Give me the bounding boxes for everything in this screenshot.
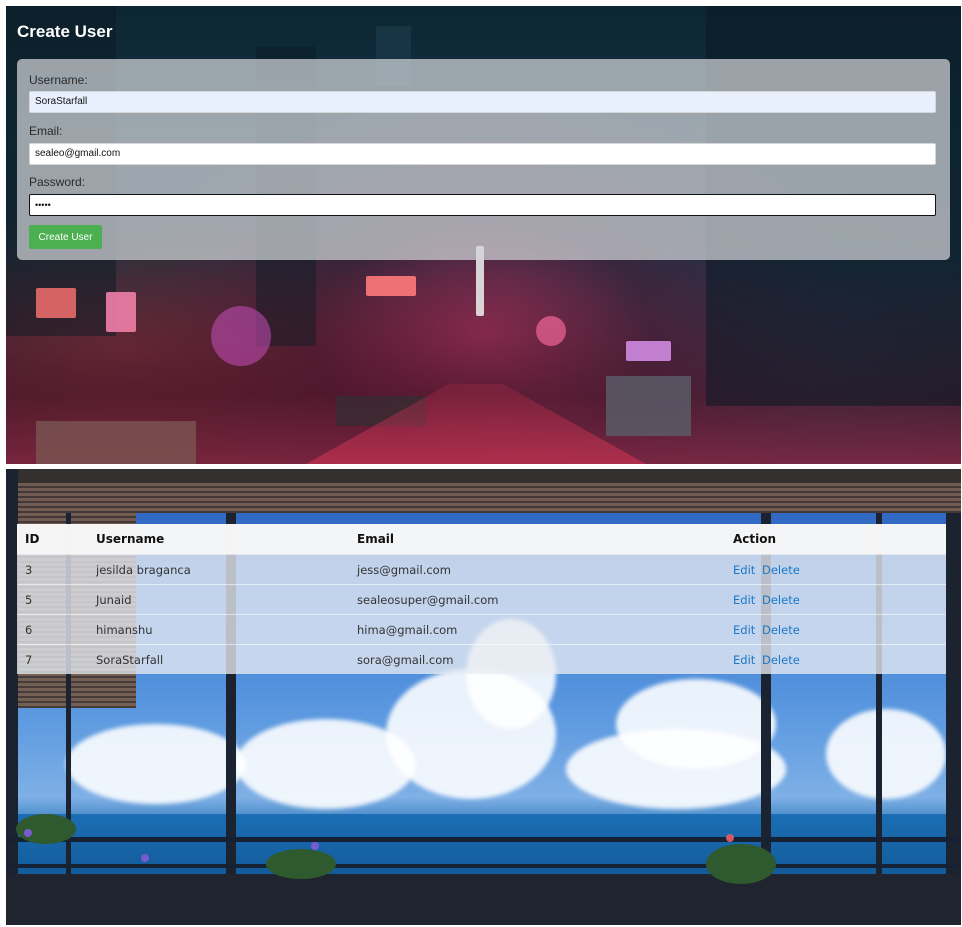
neon-sign	[106, 292, 136, 332]
window-blind	[6, 483, 961, 513]
cell-email: jess@gmail.com	[357, 563, 451, 577]
window-frame	[6, 469, 961, 483]
flower	[141, 854, 149, 862]
create-user-button[interactable]: Create User	[29, 225, 102, 249]
cloud	[236, 719, 416, 809]
edit-link[interactable]: Edit	[733, 563, 755, 577]
users-list-section: ID Username Email Action 3 jesilda braga…	[6, 469, 961, 925]
row-divider	[17, 554, 946, 555]
column-header-username: Username	[96, 532, 165, 546]
car	[606, 376, 691, 436]
row-divider	[17, 584, 946, 585]
neon-sign	[36, 288, 76, 318]
table-header: ID Username Email Action	[17, 524, 946, 554]
cell-id: 3	[25, 563, 33, 577]
column-header-id: ID	[25, 532, 40, 546]
cell-username: jesilda braganca	[96, 563, 191, 577]
delete-link[interactable]: Delete	[762, 563, 800, 577]
create-user-form: Username: SoraStarfall Email: sealeo@gma…	[17, 59, 950, 260]
create-user-section: Create User Username: SoraStarfall Email…	[6, 6, 961, 464]
window-sill	[6, 874, 961, 925]
column-header-action: Action	[733, 532, 777, 546]
cell-email: sealeosuper@gmail.com	[357, 593, 499, 607]
cell-username: himanshu	[96, 623, 153, 637]
plant	[266, 849, 336, 879]
balcony-rail	[6, 864, 961, 868]
cell-email: sora@gmail.com	[357, 653, 454, 667]
edit-link[interactable]: Edit	[733, 653, 755, 667]
cell-id: 5	[25, 593, 33, 607]
cell-username: Junaid	[96, 593, 132, 607]
plant	[706, 844, 776, 884]
flower	[311, 842, 319, 850]
cell-id: 6	[25, 623, 33, 637]
neon-sign	[536, 316, 566, 346]
cell-email: hima@gmail.com	[357, 623, 458, 637]
row-divider	[17, 644, 946, 645]
row-divider	[17, 614, 946, 615]
neon-sign	[366, 276, 416, 296]
delete-link[interactable]: Delete	[762, 593, 800, 607]
cell-username: SoraStarfall	[96, 653, 164, 667]
password-input[interactable]: •••••	[29, 194, 936, 216]
balcony-rail	[6, 837, 961, 842]
street-stall	[36, 421, 196, 464]
neon-sign	[626, 341, 671, 361]
edit-link[interactable]: Edit	[733, 593, 755, 607]
cloud	[616, 679, 776, 769]
cloud	[826, 709, 946, 799]
flower	[24, 829, 32, 837]
password-label: Password:	[29, 175, 86, 189]
column-header-email: Email	[357, 532, 395, 546]
edit-link[interactable]: Edit	[733, 623, 755, 637]
page-title: Create User	[17, 22, 113, 41]
username-input[interactable]: SoraStarfall	[29, 91, 936, 113]
cell-id: 7	[25, 653, 33, 667]
neon-sign	[211, 306, 271, 366]
email-input[interactable]: sealeo@gmail.com	[29, 143, 936, 165]
cloud	[66, 724, 246, 804]
flower	[726, 834, 734, 842]
delete-link[interactable]: Delete	[762, 623, 800, 637]
users-table: ID Username Email Action 3 jesilda braga…	[17, 524, 946, 674]
email-label: Email:	[29, 124, 63, 138]
delete-link[interactable]: Delete	[762, 653, 800, 667]
username-label: Username:	[29, 73, 88, 87]
